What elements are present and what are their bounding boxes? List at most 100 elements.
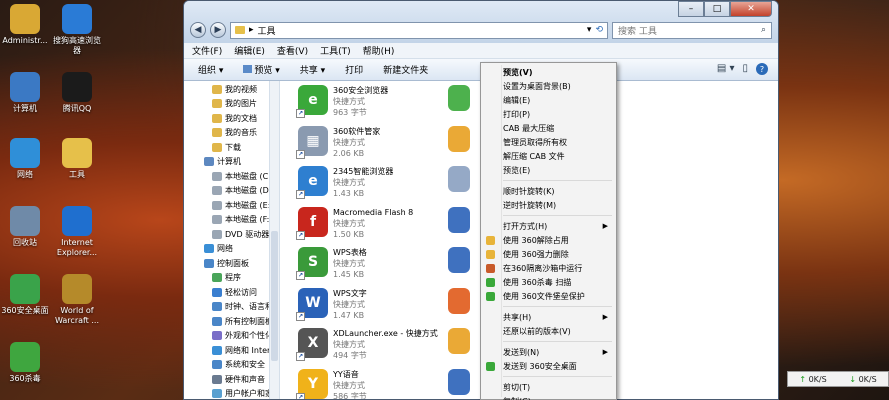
dropdown-arrow-icon[interactable]: ▾ — [587, 25, 592, 35]
context-menu-item[interactable]: 预览(E) — [483, 163, 614, 177]
file-item[interactable]: X ↗ XDLauncher.exe - 快捷方式 快捷方式 494 字节 — [296, 328, 448, 368]
nav-item[interactable]: 我的音乐 — [184, 126, 279, 141]
context-menu-item[interactable]: 解压缩 CAB 文件 — [483, 149, 614, 163]
file-icon-partial[interactable] — [448, 287, 470, 314]
file-icon-partial[interactable] — [448, 166, 470, 192]
context-menu-item[interactable]: 管理员取得所有权 — [483, 135, 614, 149]
context-menu-item[interactable]: 使用 360杀毒 扫描 — [483, 275, 614, 289]
file-item[interactable]: e ↗ 2345智能浏览器 快捷方式 1.43 KB — [296, 166, 448, 206]
file-info: 360安全浏览器 快捷方式 963 字节 — [333, 85, 388, 125]
minimize-button[interactable]: – — [678, 1, 704, 17]
nav-item[interactable]: 控制面板 — [184, 256, 279, 271]
navigation-row: ◀ ▶ ▸ 工具 ▾ ⟲ 搜索 工具 ⌕ — [190, 21, 772, 39]
file-icon-partial[interactable] — [448, 85, 470, 111]
file-item[interactable]: Y ↗ YY语音 快捷方式 586 字节 — [296, 368, 448, 399]
menu-item[interactable]: 帮助(H) — [363, 44, 395, 57]
desktop-icon[interactable]: Administr... — [0, 4, 50, 46]
new-folder-button[interactable]: 新建文件夹 — [383, 63, 428, 76]
menu-item[interactable]: 查看(V) — [277, 44, 308, 57]
context-menu-item[interactable]: 还原以前的版本(V) — [483, 324, 614, 338]
nav-item[interactable]: 本地磁盘 (C:) — [184, 169, 279, 184]
nav-scrollbar[interactable] — [269, 81, 279, 399]
nav-item[interactable]: 计算机 — [184, 155, 279, 170]
desktop-icon[interactable]: 计算机 — [0, 72, 50, 114]
context-menu-item[interactable]: 逆时针旋转(M) — [483, 198, 614, 212]
file-item[interactable]: W ↗ WPS文字 快捷方式 1.47 KB — [296, 287, 448, 328]
context-menu-item[interactable]: 使用 360强力删除 — [483, 247, 614, 261]
file-item[interactable]: ▦ ↗ 360软件管家 快捷方式 2.06 KB — [296, 125, 448, 166]
desktop-icon[interactable]: 回收站 — [0, 206, 50, 248]
maximize-button[interactable]: □ — [704, 1, 730, 17]
address-bar[interactable]: ▸ 工具 ▾ ⟲ — [230, 21, 608, 39]
menu-item[interactable]: 编辑(E) — [234, 44, 265, 57]
nav-item[interactable]: DVD 驱动器 ( — [184, 227, 279, 242]
nav-item[interactable]: 轻松访问 — [184, 285, 279, 300]
file-icon-partial[interactable] — [448, 247, 470, 273]
context-menu-item[interactable]: 剪切(T) — [483, 380, 614, 394]
nav-item[interactable]: 我的视频 — [184, 82, 279, 97]
preview-button[interactable]: 预览 ▾ — [243, 63, 280, 76]
menu-item[interactable]: 工具(T) — [320, 44, 351, 57]
context-menu-item[interactable]: 打开方式(H) ▶ — [483, 219, 614, 233]
nav-item[interactable]: 本地磁盘 (D:) — [184, 184, 279, 199]
help-icon[interactable]: ? — [756, 63, 768, 75]
search-icon[interactable]: ⌕ — [761, 25, 766, 35]
file-icon-partial[interactable] — [448, 125, 470, 152]
desktop-icon[interactable]: 腾讯QQ — [52, 72, 102, 114]
nav-item[interactable]: 网络和 Intern — [184, 343, 279, 358]
nav-scrollbar-thumb[interactable] — [271, 231, 278, 361]
desktop-icon[interactable]: 网络 — [0, 138, 50, 180]
nav-item[interactable]: 用户帐户和家 — [184, 387, 279, 400]
back-button[interactable]: ◀ — [190, 22, 206, 38]
context-menu-item[interactable]: 预览(V) — [483, 65, 614, 79]
nav-item[interactable]: 硬件和声音 — [184, 372, 279, 387]
desktop-icon[interactable]: 搜狗高速浏览器 — [52, 4, 102, 56]
context-menu-item[interactable]: 复制(C) — [483, 394, 614, 400]
context-menu-item[interactable]: 顺时针旋转(K) — [483, 184, 614, 198]
share-button[interactable]: 共享 ▾ — [300, 63, 325, 76]
close-button[interactable]: ✕ — [730, 1, 772, 17]
search-input[interactable]: 搜索 工具 ⌕ — [612, 21, 772, 39]
context-menu-item[interactable]: 使用 360文件堡垒保护 — [483, 289, 614, 303]
forward-button[interactable]: ▶ — [210, 22, 226, 38]
context-menu-item[interactable]: 使用 360解除占用 — [483, 233, 614, 247]
context-menu-item[interactable]: 编辑(E) — [483, 93, 614, 107]
organize-button[interactable]: 组织 ▾ — [198, 63, 223, 76]
refresh-icon[interactable]: ⟲ — [595, 25, 603, 35]
file-icon-partial[interactable] — [448, 206, 470, 233]
context-menu-item[interactable]: 设置为桌面背景(B) — [483, 79, 614, 93]
menu-separator — [503, 376, 612, 377]
nav-item[interactable]: 本地磁盘 (E:) — [184, 198, 279, 213]
preview-pane-icon[interactable]: ▯ — [742, 63, 748, 75]
context-menu-item[interactable]: 发送到 360安全桌面 — [483, 359, 614, 373]
desktop-icon[interactable]: 360安全桌面 — [0, 274, 50, 316]
menu-item[interactable]: 文件(F) — [192, 44, 222, 57]
context-menu-item[interactable]: 在360隔离沙箱中运行 — [483, 261, 614, 275]
context-menu-item[interactable]: 打印(P) — [483, 107, 614, 121]
nav-item[interactable]: 外观和个性化 — [184, 329, 279, 344]
nav-item[interactable]: 网络 — [184, 242, 279, 257]
view-options-icon[interactable]: ▤ ▾ — [717, 63, 735, 75]
desktop-icon-label: Administr... — [2, 36, 48, 45]
desktop-icon[interactable]: Internet Explorer... — [52, 206, 102, 258]
context-menu-item[interactable]: CAB 最大压缩 — [483, 121, 614, 135]
desktop-icon[interactable]: 360杀毒 — [0, 342, 50, 384]
file-item[interactable]: S ↗ WPS表格 快捷方式 1.45 KB — [296, 247, 448, 287]
desktop-icon[interactable]: World of Warcraft ... — [52, 274, 102, 326]
nav-item[interactable]: 所有控制面板 — [184, 314, 279, 329]
nav-item[interactable]: 时钟、语言和 — [184, 300, 279, 315]
file-item[interactable]: f ↗ Macromedia Flash 8 快捷方式 1.50 KB — [296, 206, 448, 247]
context-menu-item[interactable]: 共享(H) ▶ — [483, 310, 614, 324]
desktop-icon[interactable]: 工具 — [52, 138, 102, 180]
file-icon-partial[interactable] — [448, 328, 470, 354]
nav-item[interactable]: 下载 — [184, 140, 279, 155]
nav-item[interactable]: 我的文档 — [184, 111, 279, 126]
file-icon-partial[interactable] — [448, 368, 470, 395]
print-button[interactable]: 打印 — [345, 63, 363, 76]
nav-item[interactable]: 本地磁盘 (F:) — [184, 213, 279, 228]
nav-item[interactable]: 程序 — [184, 271, 279, 286]
context-menu-item[interactable]: 发送到(N) ▶ — [483, 345, 614, 359]
file-item[interactable]: e ↗ 360安全浏览器 快捷方式 963 字节 — [296, 85, 448, 125]
nav-item[interactable]: 我的图片 — [184, 97, 279, 112]
nav-item[interactable]: 系统和安全 — [184, 358, 279, 373]
